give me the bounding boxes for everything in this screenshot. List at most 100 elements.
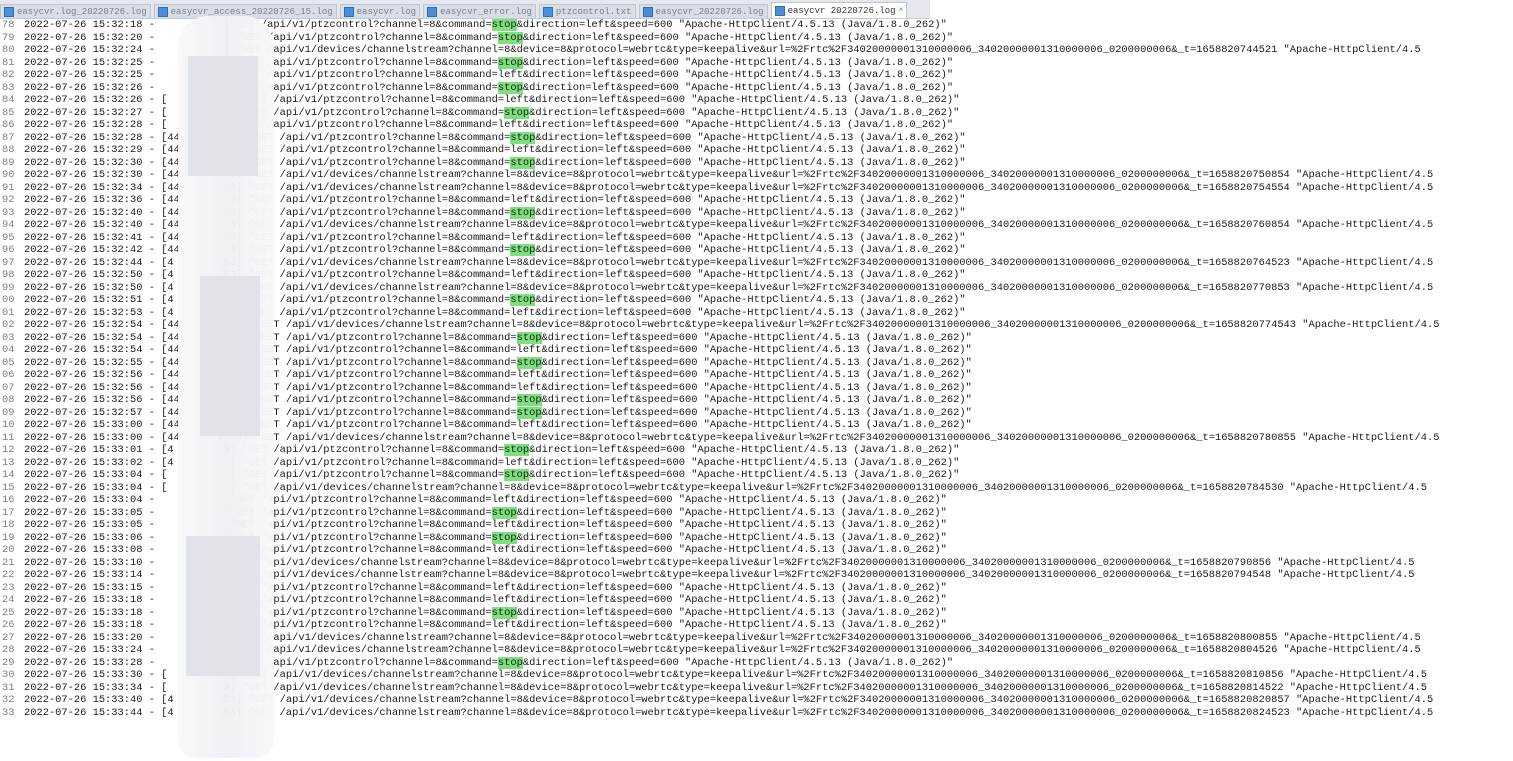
- close-tab-icon[interactable]: ×: [899, 6, 904, 15]
- line-number: 99: [2, 281, 15, 294]
- search-highlight: stop: [516, 331, 542, 344]
- file-tab[interactable]: easycvr_error.log: [423, 4, 536, 18]
- file-tab-bar: easycvr.log_20220726.log easycvr_access_2…: [0, 0, 930, 19]
- redaction-block: [188, 56, 258, 176]
- line-number: 23: [2, 581, 15, 594]
- log-text: 2022-07-26 15:32:28 - [ .53] "GET /api/v…: [24, 119, 953, 132]
- line-number: 32: [2, 694, 15, 706]
- log-text-segment: &direction=left&speed=600 "Apache-HttpCl…: [516, 531, 947, 544]
- log-text-segment: &direction=left&speed=600 "Apache-HttpCl…: [535, 156, 966, 169]
- line-number: 06: [2, 369, 15, 381]
- line-number: 05: [2, 356, 15, 369]
- line-number: 78: [2, 19, 15, 31]
- line-number: 94: [2, 219, 15, 231]
- log-text: 2022-07-26 15:32:42 - [44 3] "GET /api/v…: [24, 244, 966, 257]
- log-text-segment: 2022-07-26 15:32:54 - [44. .53] "GET /ap…: [24, 344, 972, 356]
- line-number: 25: [2, 606, 15, 619]
- file-tab-label: easycvr_error.log: [440, 6, 532, 17]
- log-text-segment: &direction=left&speed=600 "Apache-HttpCl…: [529, 444, 960, 456]
- log-text: 2022-07-26 15:33:08 - "GET /api/v1/ptzco…: [24, 544, 947, 557]
- line-number: 16: [2, 494, 15, 506]
- log-text-segment: &direction=left&speed=600 "Apache-HttpCl…: [535, 244, 966, 256]
- log-text: 2022-07-26 15:33:05 - "GET /api/v1/ptzco…: [24, 506, 947, 520]
- line-number: 79: [2, 31, 15, 44]
- line-number: 15: [2, 481, 15, 494]
- line-number: 95: [2, 231, 15, 244]
- line-number: 11: [2, 431, 15, 444]
- log-text-segment: &direction=left&speed=600 "Apache-HttpCl…: [541, 406, 972, 419]
- file-tab-label: ptzcontrol.txt: [555, 6, 632, 17]
- file-tab-label: easycvr.log_20220726.log: [17, 6, 147, 17]
- log-text-segment: 2022-07-26 15:33:08 - "GET /api/v1/ptzco…: [24, 544, 947, 556]
- search-highlight: stop: [504, 469, 530, 481]
- log-text: 2022-07-26 15:32:28 - [44 3] "GET /api/v…: [24, 131, 966, 145]
- file-tab[interactable]: ptzcontrol.txt: [538, 4, 636, 18]
- line-number: 22: [2, 569, 15, 581]
- log-text: 2022-07-26 15:32:41 - [44 3] "GET /api/v…: [24, 232, 966, 245]
- log-text-segment: &direction=left&speed=600 "Apache-HttpCl…: [522, 656, 954, 669]
- log-text: 2022-07-26 15:32:55 - [44. .53] "GET /ap…: [24, 356, 972, 370]
- log-text-segment: &direction=left&speed=600 "Apache-HttpCl…: [535, 206, 966, 219]
- line-number: 18: [2, 519, 15, 531]
- log-text-segment: 2022-07-26 15:32:28 - [ .53] "GET /api/v…: [24, 119, 954, 131]
- file-tab-label: easycvr_access_20220726_15.log: [170, 6, 333, 17]
- line-number: 00: [2, 294, 15, 306]
- search-highlight: stop: [491, 606, 517, 619]
- line-number: 07: [2, 381, 15, 394]
- line-number: 85: [2, 106, 15, 119]
- file-icon: [542, 6, 553, 17]
- file-tab-label: easycvr 20220726.log: [787, 5, 896, 16]
- line-number: 08: [2, 394, 15, 406]
- log-text: 2022-07-26 15:32:51 - [4 .53] "GET /api/…: [24, 294, 966, 307]
- search-highlight: stop: [510, 131, 536, 144]
- log-text: 2022-07-26 15:33:00 - [44 9.53] "GET /ap…: [24, 419, 972, 432]
- file-tab-label: easycvr.log: [356, 6, 417, 17]
- log-text: 2022-07-26 15:32:30 - [44 3] "GET /api/v…: [24, 156, 966, 170]
- log-text-segment: &direction=left&speed=600 "Apache-HttpCl…: [516, 606, 947, 619]
- log-text: 2022-07-26 15:33:18 - 7 "GET /api/v1/ptz…: [24, 619, 947, 632]
- line-number: 01: [2, 306, 15, 319]
- file-icon: [4, 6, 14, 17]
- line-number: 02: [2, 319, 15, 331]
- log-text: 2022-07-26 15:33:15 - "GET /api/v1/ptzco…: [24, 582, 947, 595]
- line-number: 89: [2, 156, 15, 169]
- log-text-segment: 2022-07-26 15:33:18 - 7 "GET /api/v1/ptz…: [24, 619, 947, 631]
- log-text-segment: &direction=left&speed=600 "Apache-HttpCl…: [535, 131, 966, 144]
- line-number: 13: [2, 456, 15, 469]
- log-text: 2022-07-26 15:32:40 - [44 3] "GET /api/v…: [24, 206, 966, 220]
- log-text-segment: &direction=left&speed=600 "Apache-HttpCl…: [522, 31, 954, 44]
- line-number: 30: [2, 669, 15, 681]
- line-number: 33: [2, 706, 15, 719]
- file-tab[interactable]: easycvr_20220726.log: [638, 4, 768, 18]
- line-number: 17: [2, 506, 15, 519]
- log-text: 2022-07-26 15:33:18 - "GET /api/v1/ptzco…: [24, 606, 947, 620]
- line-number: 19: [2, 531, 15, 544]
- log-text-segment: 2022-07-26 15:32:53 - [4 .53] "GET /api/…: [24, 306, 966, 319]
- log-text: 2022-07-26 15:33:05 - "GET /api/v1/ptzco…: [24, 519, 947, 532]
- log-text-segment: 2022-07-26 15:33:18 - "GET /api/v1/ptzco…: [24, 594, 947, 606]
- line-number: 29: [2, 656, 15, 669]
- line-number: 81: [2, 56, 15, 69]
- search-highlight: stop: [504, 444, 530, 456]
- line-number: 83: [2, 81, 15, 94]
- log-text-segment: &direction=left&speed=600 "Apache-HttpCl…: [529, 106, 960, 119]
- line-number: 80: [2, 44, 15, 56]
- file-icon: [774, 5, 785, 16]
- log-text: 2022-07-26 15:33:02 - [4 ] "GET /api/v1/…: [24, 457, 959, 470]
- file-tab[interactable]: easycvr.log: [339, 4, 421, 18]
- log-text: 2022-07-26 15:33:28 - ] "GET /api/v1/ptz…: [24, 656, 954, 670]
- log-text: 2022-07-26 15:32:26 - [ .53] "GET /api/v…: [24, 94, 959, 107]
- log-text-segment: &direction=left&speed=600 "Apache-HttpCl…: [541, 394, 972, 406]
- file-tab[interactable]: easycvr.log_20220726.log: [0, 4, 151, 18]
- log-text: 2022-07-26 15:32:56 - [44. .53] "GET /ap…: [24, 394, 972, 407]
- log-text-segment: &direction=left&speed=600 "Apache-HttpCl…: [522, 81, 954, 94]
- log-text: 2022-07-26 15:32:20 - ] "GET /api/v1/ptz…: [24, 31, 954, 45]
- redaction-block: [200, 276, 260, 436]
- file-tab[interactable]: easycvr 20220726.log ×: [770, 2, 908, 18]
- log-text-segment: 2022-07-26 15:32:56 - [44. .53] "GET /ap…: [24, 369, 972, 381]
- file-icon: [157, 6, 168, 17]
- line-number: 93: [2, 206, 15, 219]
- file-icon: [427, 6, 438, 17]
- log-text-segment: &direction=left&speed=600 "Apache-HttpCl…: [535, 294, 966, 306]
- search-highlight: stop: [497, 656, 523, 669]
